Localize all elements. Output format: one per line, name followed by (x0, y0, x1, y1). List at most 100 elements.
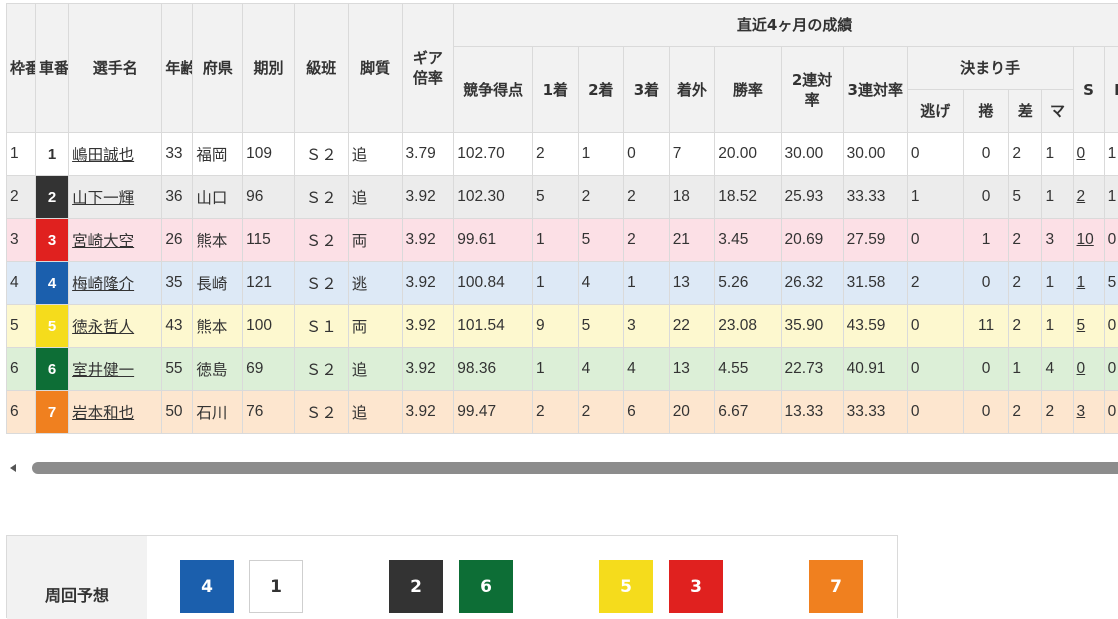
second-count: 5 (578, 219, 624, 262)
car-number: 7 (35, 391, 68, 434)
nige-count: 0 (907, 348, 963, 391)
rate3: 43.59 (843, 305, 907, 348)
third-count: 6 (624, 391, 670, 434)
gear-cell: 3.92 (402, 391, 454, 434)
s-count[interactable]: 0 (1073, 348, 1104, 391)
win-rate: 20.00 (715, 133, 781, 176)
rate2: 26.32 (781, 262, 843, 305)
style-cell: 両 (348, 219, 402, 262)
player-name[interactable]: 梅崎隆介 (69, 262, 162, 305)
makuri-count: 0 (963, 391, 1009, 434)
horizontal-scrollbar[interactable] (6, 461, 1118, 475)
player-name[interactable]: 嶋田誠也 (69, 133, 162, 176)
s-link[interactable]: 2 (1077, 188, 1086, 205)
waku-cell: 6 (7, 391, 36, 434)
header-score: 競争得点 (454, 47, 533, 133)
ma-count: 1 (1042, 305, 1073, 348)
second-count: 2 (578, 391, 624, 434)
rate3: 27.59 (843, 219, 907, 262)
player-link[interactable]: 宮崎大空 (72, 233, 134, 250)
rate3: 33.33 (843, 391, 907, 434)
s-count[interactable]: 2 (1073, 176, 1104, 219)
car-number: 6 (35, 348, 68, 391)
nige-count: 0 (907, 391, 963, 434)
sashi-count: 2 (1009, 305, 1042, 348)
term-cell: 100 (243, 305, 295, 348)
header-style: 脚質 (348, 4, 402, 133)
ma-count: 1 (1042, 176, 1073, 219)
gear-cell: 3.92 (402, 219, 454, 262)
age-cell: 35 (162, 262, 193, 305)
scroll-left-arrow-icon[interactable] (10, 464, 16, 472)
nige-count: 1 (907, 176, 963, 219)
pref-cell: 長崎 (193, 262, 243, 305)
s-count[interactable]: 1 (1073, 262, 1104, 305)
s-count[interactable]: 0 (1073, 133, 1104, 176)
player-name[interactable]: 岩本和也 (69, 391, 162, 434)
sashi-count: 2 (1009, 219, 1042, 262)
ma-count: 1 (1042, 133, 1073, 176)
score-cell: 102.30 (454, 176, 533, 219)
first-count: 9 (533, 305, 579, 348)
makuri-count: 0 (963, 176, 1009, 219)
s-link[interactable]: 3 (1077, 403, 1086, 420)
header-first: 1着 (533, 47, 579, 133)
waku-cell: 3 (7, 219, 36, 262)
s-link[interactable]: 1 (1077, 274, 1086, 291)
player-name[interactable]: 室井健一 (69, 348, 162, 391)
s-link[interactable]: 5 (1077, 317, 1086, 334)
win-rate: 3.45 (715, 219, 781, 262)
makuri-count: 0 (963, 262, 1009, 305)
header-waku: 枠番 (7, 4, 36, 133)
class-cell: Ｓ２ (294, 176, 348, 219)
rate3: 40.91 (843, 348, 907, 391)
scrollbar-thumb[interactable] (32, 462, 1118, 474)
gear-cell: 3.92 (402, 305, 454, 348)
player-name[interactable]: 徳永哲人 (69, 305, 162, 348)
header-gear: ギア倍率 (402, 4, 454, 133)
out-count: 22 (669, 305, 715, 348)
prediction-chip: 2 (389, 560, 443, 613)
s-count[interactable]: 10 (1073, 219, 1104, 262)
gear-cell: 3.92 (402, 262, 454, 305)
term-cell: 96 (243, 176, 295, 219)
second-count: 2 (578, 176, 624, 219)
ma-count: 2 (1042, 391, 1073, 434)
class-cell: Ｓ２ (294, 348, 348, 391)
player-name[interactable]: 山下一輝 (69, 176, 162, 219)
player-link[interactable]: 徳永哲人 (72, 319, 134, 336)
makuri-count: 0 (963, 348, 1009, 391)
pref-cell: 山口 (193, 176, 243, 219)
player-link[interactable]: 岩本和也 (72, 405, 134, 422)
b-count: 0 (1104, 348, 1118, 391)
class-cell: Ｓ２ (294, 133, 348, 176)
entry-table-wrapper[interactable]: 枠番 車番 選手名 年齢 府県 期別 級班 脚質 ギア倍率 直近4ヶ月の成績 競… (6, 3, 1118, 434)
second-count: 4 (578, 348, 624, 391)
out-count: 18 (669, 176, 715, 219)
age-cell: 36 (162, 176, 193, 219)
term-cell: 109 (243, 133, 295, 176)
header-sha: 車番 (35, 4, 68, 133)
class-cell: Ｓ１ (294, 305, 348, 348)
player-link[interactable]: 山下一輝 (72, 190, 134, 207)
player-link[interactable]: 嶋田誠也 (72, 147, 134, 164)
s-count[interactable]: 3 (1073, 391, 1104, 434)
table-row: 33宮崎大空26熊本115Ｓ２両3.9299.61152213.4520.692… (7, 219, 1118, 262)
player-link[interactable]: 梅崎隆介 (72, 276, 134, 293)
player-link[interactable]: 室井健一 (72, 362, 134, 379)
s-link[interactable]: 10 (1077, 231, 1094, 248)
pref-cell: 石川 (193, 391, 243, 434)
s-link[interactable]: 0 (1077, 360, 1086, 377)
s-count[interactable]: 5 (1073, 305, 1104, 348)
header-out: 着外 (669, 47, 715, 133)
age-cell: 55 (162, 348, 193, 391)
table-row: 67岩本和也50石川76Ｓ２追3.9299.47226206.6713.3333… (7, 391, 1118, 434)
waku-cell: 5 (7, 305, 36, 348)
style-cell: 両 (348, 305, 402, 348)
table-row: 44梅崎隆介35長崎121Ｓ２逃3.92100.84141135.2626.32… (7, 262, 1118, 305)
player-name[interactable]: 宮崎大空 (69, 219, 162, 262)
prediction-chip: 6 (459, 560, 513, 613)
header-nige: 逃げ (907, 90, 963, 133)
s-link[interactable]: 0 (1077, 145, 1086, 162)
header-recent: 直近4ヶ月の成績 (454, 4, 1118, 47)
